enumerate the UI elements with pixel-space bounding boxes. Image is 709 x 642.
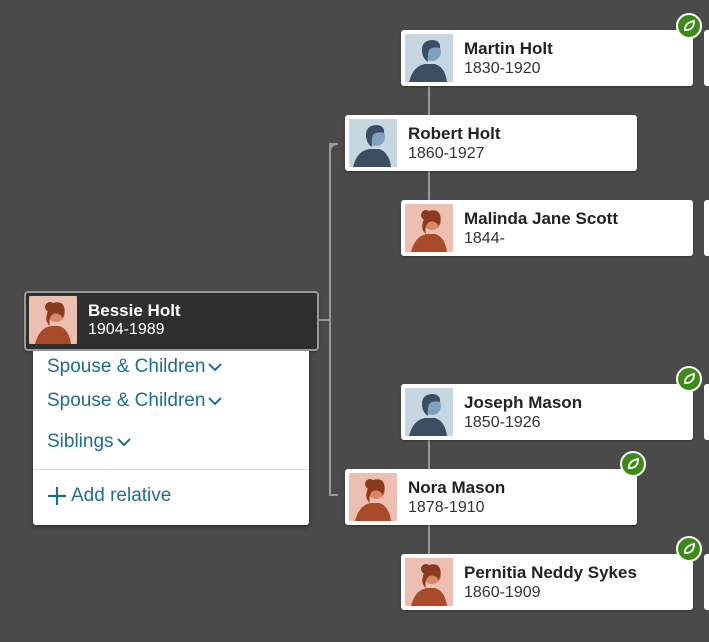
siblings-link[interactable]: Siblings [47,431,131,453]
person-name: Pernitia Neddy Sykes [464,563,637,582]
leaf-hint-icon[interactable] [620,451,646,477]
chevron-down-icon [208,362,223,372]
person-card-pernitia-neddy-sykes[interactable]: Pernitia Neddy Sykes 1860-1909 [401,554,693,610]
chevron-down-icon [116,437,131,447]
spouse-children-label: Spouse & Children [47,390,206,411]
add-relative-label: Add relative [71,485,172,506]
person-name: Joseph Mason [464,393,583,412]
person-card-robert-holt[interactable]: Robert Holt 1860-1927 [345,115,637,171]
female-silhouette-icon [349,473,397,521]
person-name: Malinda Jane Scott [464,209,618,228]
person-card-nora-mason[interactable]: Nora Mason 1878-1910 [345,469,637,525]
offscreen-card[interactable] [704,554,709,610]
male-silhouette-icon [405,34,453,82]
person-dates: 1904-1989 [88,321,165,338]
female-silhouette-icon [405,558,453,606]
spouse-children-link-2[interactable]: Spouse & Children [47,390,223,412]
person-dates: 1850-1926 [464,414,541,431]
person-name: Robert Holt [408,124,501,143]
person-dates: 1830-1920 [464,60,541,77]
person-dates: 1860-1909 [464,584,541,601]
male-silhouette-icon [349,119,397,167]
spouse-children-label: Spouse & Children [47,356,206,377]
spouse-children-link-1[interactable]: Spouse & Children [47,356,223,378]
offscreen-card[interactable] [704,30,709,86]
plus-icon [47,486,67,506]
male-silhouette-icon [405,388,453,436]
leaf-hint-icon[interactable] [676,13,702,39]
offscreen-card[interactable] [704,200,709,256]
person-name: Bessie Holt [88,301,181,320]
add-relative-button[interactable]: Add relative [47,485,171,507]
panel-divider [33,469,309,470]
person-card-bessie-holt[interactable]: Bessie Holt 1904-1989 [24,291,319,351]
relative-menu-panel: Spouse & Children Spouse & Children Sibl… [33,351,309,525]
leaf-hint-icon[interactable] [676,536,702,562]
person-name: Martin Holt [464,39,553,58]
person-card-joseph-mason[interactable]: Joseph Mason 1850-1926 [401,384,693,440]
siblings-label: Siblings [47,431,114,452]
person-name: Nora Mason [408,478,506,497]
female-silhouette-icon [29,296,77,344]
person-card-martin-holt[interactable]: Martin Holt 1830-1920 [401,30,693,86]
female-silhouette-icon [405,204,453,252]
person-dates: 1860-1927 [408,145,485,162]
chevron-down-icon [208,396,223,406]
offscreen-card[interactable] [704,384,709,440]
leaf-hint-icon[interactable] [676,366,702,392]
person-dates: 1878-1910 [408,499,485,516]
person-card-malinda-jane-scott[interactable]: Malinda Jane Scott 1844- [401,200,693,256]
person-dates: 1844- [464,230,505,247]
